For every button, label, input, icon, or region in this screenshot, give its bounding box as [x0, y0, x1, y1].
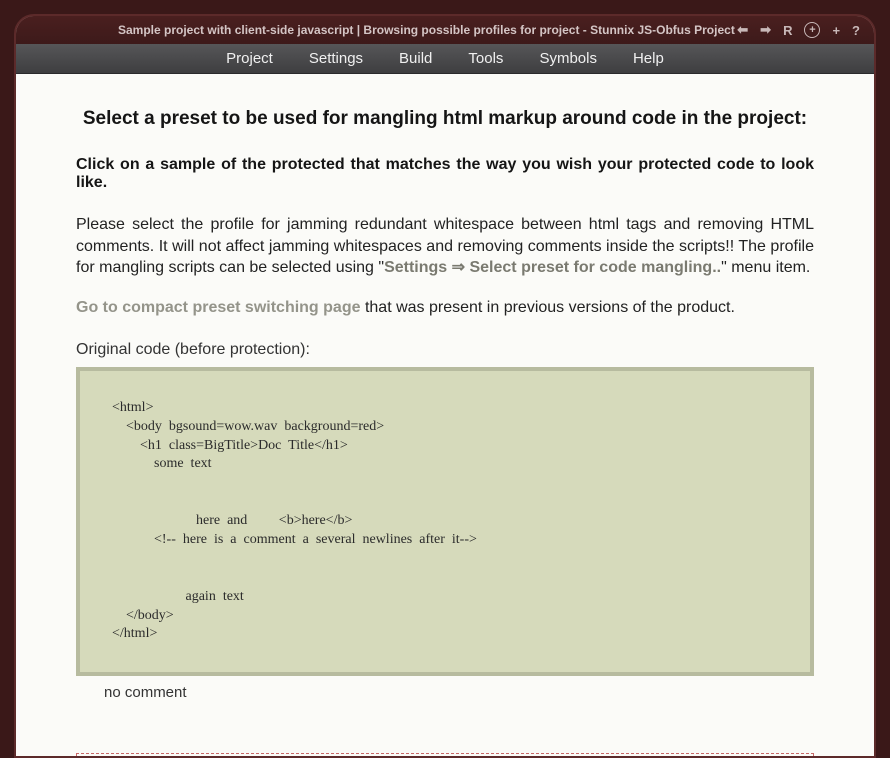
menu-symbols[interactable]: Symbols: [539, 50, 597, 67]
menu-project[interactable]: Project: [226, 50, 273, 67]
compact-preset-link[interactable]: Go to compact preset switching page: [76, 299, 361, 316]
page-subheading: Click on a sample of the protected that …: [76, 156, 814, 192]
back-icon[interactable]: ⬅: [737, 22, 748, 38]
reload-icon[interactable]: R: [783, 23, 792, 38]
page-heading: Select a preset to be used for mangling …: [76, 108, 814, 130]
original-code-label: Original code (before protection):: [76, 341, 814, 359]
menu-build[interactable]: Build: [399, 50, 432, 67]
breadcrumb: Sample project with client-side javascri…: [30, 23, 737, 37]
instruction-paragraph: Please select the profile for jamming re…: [76, 214, 814, 279]
menu-settings[interactable]: Settings: [309, 50, 363, 67]
preset-sample-box[interactable]: [76, 753, 814, 756]
no-comment-label: no comment: [104, 684, 814, 701]
app-window: Sample project with client-side javascri…: [14, 14, 876, 758]
original-code-box: <html> <body bgsound=wow.wav background=…: [76, 367, 814, 677]
compact-switch-line: Go to compact preset switching page that…: [76, 299, 814, 317]
title-bar: Sample project with client-side javascri…: [16, 16, 874, 44]
forward-icon[interactable]: ➡: [760, 22, 771, 38]
help-icon[interactable]: ?: [852, 23, 860, 38]
menu-tools[interactable]: Tools: [468, 50, 503, 67]
content-area: Select a preset to be used for mangling …: [16, 74, 874, 756]
compact-rest: that was present in previous versions of…: [361, 299, 735, 316]
inline-menu-path: Settings ⇒ Select preset for code mangli…: [384, 259, 721, 276]
menu-bar: Project Settings Build Tools Symbols Hel…: [16, 44, 874, 74]
toolbar-icons: ⬅ ➡ R + + ?: [737, 22, 860, 38]
plus-icon[interactable]: +: [832, 23, 840, 38]
zoom-in-icon[interactable]: +: [804, 22, 820, 38]
menu-help[interactable]: Help: [633, 50, 664, 67]
paragraph-post: " menu item.: [721, 259, 810, 276]
